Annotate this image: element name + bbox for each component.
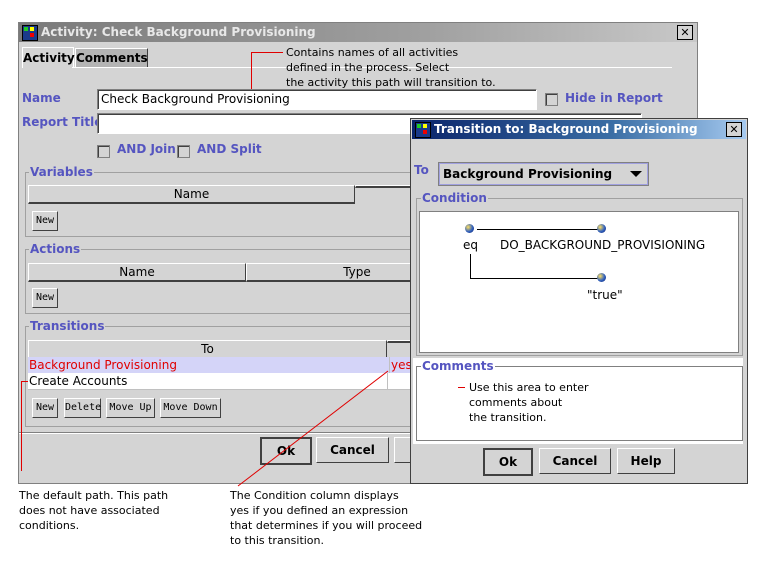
annotation-text: The Condition column displays <box>230 489 399 502</box>
annotation-comments: Use this area to enter comments about th… <box>469 380 589 425</box>
annotation-diagonal <box>237 370 389 487</box>
annotation-text: to this transition. <box>230 534 325 547</box>
annotation-text: yes if you defined an expression <box>230 504 409 517</box>
annotation-line <box>458 387 465 388</box>
annotation-text: comments about <box>469 396 563 409</box>
annotation-text: Use this area to enter <box>469 381 589 394</box>
annotation-text: that determines if you will proceed <box>230 519 423 532</box>
annotation-middle: The Condition column displays yes if you… <box>230 488 422 548</box>
annotation-text: the transition. <box>469 411 547 424</box>
